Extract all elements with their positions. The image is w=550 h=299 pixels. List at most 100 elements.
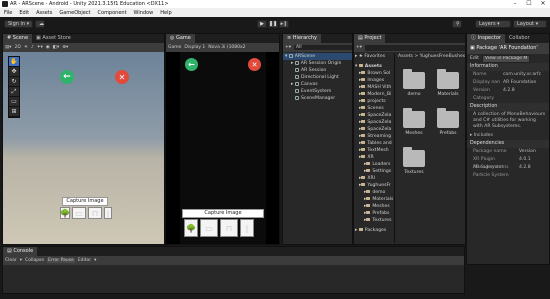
draw-mode-icon[interactable]: ▤▾ bbox=[5, 45, 12, 50]
project-tree-item[interactable]: ▸ SpaceZela bbox=[355, 119, 394, 126]
layers-dropdown[interactable]: Layers ▾ bbox=[475, 20, 511, 28]
project-tree-item[interactable]: ▸ XR bbox=[355, 154, 394, 161]
camera-icon[interactable]: ◧▾ bbox=[53, 45, 60, 50]
hierarchy-item[interactable]: Directional Light bbox=[283, 74, 352, 81]
resolution-select[interactable]: Nova 3i (1080x2 bbox=[208, 45, 245, 50]
project-tree-item[interactable]: ▸ Loaders bbox=[355, 161, 394, 168]
audio-icon[interactable]: ♪ bbox=[31, 45, 34, 50]
move-tool-icon[interactable]: ✥ bbox=[9, 67, 19, 77]
menu-assets[interactable]: Assets bbox=[36, 10, 52, 16]
table-thumbnail-icon[interactable]: ⊓ bbox=[88, 207, 102, 219]
2d-toggle[interactable]: 2D bbox=[15, 45, 21, 50]
rotate-tool-icon[interactable]: ↻ bbox=[9, 77, 19, 87]
lighting-icon[interactable]: ☀ bbox=[24, 45, 28, 50]
edit-button[interactable]: Edit bbox=[470, 56, 479, 61]
search-icon[interactable]: ⚲ bbox=[452, 20, 462, 28]
hidden-objects-icon[interactable]: ◉ bbox=[46, 45, 50, 50]
menu-gameobject[interactable]: GameObject bbox=[59, 10, 90, 16]
project-tree-item[interactable]: ▸ Materials bbox=[355, 196, 394, 203]
project-tree-item[interactable]: ▸ Streaming bbox=[355, 133, 394, 140]
project-tree-item[interactable]: ▸ XRI bbox=[355, 175, 394, 182]
project-search-input[interactable] bbox=[365, 44, 465, 51]
folder-icon[interactable] bbox=[403, 147, 425, 167]
add-icon[interactable]: +▾ bbox=[356, 45, 362, 50]
project-tree-item[interactable]: ▸ demo bbox=[355, 189, 394, 196]
tab-console[interactable]: ▤ Console bbox=[3, 247, 38, 256]
hierarchy-item[interactable]: SceneManager bbox=[283, 95, 352, 102]
hierarchy-item[interactable]: AR Session bbox=[283, 67, 352, 74]
signin-button[interactable]: Sign in ▾ bbox=[4, 20, 34, 28]
maximize-icon[interactable]: ☐ bbox=[522, 0, 536, 8]
hierarchy-item[interactable]: EventSystem bbox=[283, 88, 352, 95]
step-button[interactable]: ▸❙ bbox=[279, 20, 289, 28]
dropdown-icon[interactable]: ▾ bbox=[94, 258, 96, 263]
project-tree-item[interactable]: ▸ Images bbox=[355, 77, 394, 84]
back-arrow-icon[interactable]: ← bbox=[185, 58, 198, 71]
tree-thumbnail-icon[interactable]: 🌳 bbox=[60, 207, 70, 219]
project-tree-item[interactable]: ▸ projects bbox=[355, 98, 394, 105]
add-icon[interactable]: +▾ bbox=[285, 45, 291, 50]
assets-root-item[interactable]: ▾ Assets bbox=[355, 63, 394, 70]
project-tree-item[interactable]: ▸ Settings bbox=[355, 168, 394, 175]
project-tree-item[interactable]: ▸ YughuesFr bbox=[355, 182, 394, 189]
hand-tool-icon[interactable]: ✋ bbox=[9, 57, 19, 67]
view-in-package-manager-button[interactable]: View in Package M bbox=[481, 54, 531, 63]
favorites-item[interactable]: ▸ ★ Favorites bbox=[355, 53, 394, 60]
error-pause-button[interactable]: Error Pause bbox=[47, 258, 75, 263]
back-arrow-icon[interactable]: ← bbox=[60, 70, 74, 84]
game-mode-select[interactable]: Game bbox=[168, 45, 181, 50]
display-select[interactable]: Display 1 bbox=[184, 45, 205, 50]
project-tree-item[interactable]: ▸ Prefabs bbox=[355, 210, 394, 217]
includes-foldout[interactable]: ▸ Includes bbox=[467, 132, 549, 140]
table-thumbnail-icon[interactable]: ⊓ bbox=[220, 219, 238, 237]
menu-file[interactable]: File bbox=[4, 10, 12, 16]
game-viewport[interactable]: ← ✕ Capture Image 🌳 ▭ ⊓ | bbox=[166, 52, 279, 244]
pole-thumbnail-icon[interactable]: | bbox=[104, 207, 112, 219]
pole-thumbnail-icon[interactable]: | bbox=[240, 219, 254, 237]
minimize-icon[interactable]: – bbox=[508, 0, 522, 8]
hierarchy-item[interactable]: ▸ Canvas bbox=[283, 81, 352, 88]
project-tree-item[interactable]: ▸ SpaceZela bbox=[355, 126, 394, 133]
scene-root-item[interactable]: ▾ ARScene bbox=[283, 53, 352, 60]
project-tree-item[interactable]: ▸ Scenes bbox=[355, 105, 394, 112]
folder-icon[interactable] bbox=[437, 108, 459, 128]
tab-asset-store[interactable]: ▣ Asset Store bbox=[32, 34, 75, 43]
cloud-icon[interactable]: ☁ bbox=[35, 20, 45, 28]
project-tree-item[interactable]: ▸ Modern_Bi bbox=[355, 91, 394, 98]
tab-hierarchy[interactable]: ≡ Hierarchy bbox=[283, 34, 321, 43]
project-tree-item[interactable]: ▸ SpaceZela bbox=[355, 112, 394, 119]
project-tree-item[interactable]: ▸ MASH Vith bbox=[355, 84, 394, 91]
tree-thumbnail-icon[interactable]: 🌳 bbox=[184, 219, 198, 237]
pipe-thumbnail-icon[interactable]: ▭ bbox=[72, 207, 86, 219]
scene-viewport[interactable]: ← ✕ Capture Image 🌳 ▭ ⊓ | bbox=[3, 52, 164, 244]
layout-dropdown[interactable]: Layout ▾ bbox=[513, 20, 547, 28]
menu-component[interactable]: Component bbox=[98, 10, 127, 16]
project-tree-item[interactable]: ▸ Textures bbox=[355, 217, 394, 224]
tab-game[interactable]: ◎ Game bbox=[166, 34, 195, 43]
project-tree-item[interactable]: ▸ Tables and bbox=[355, 140, 394, 147]
hierarchy-item[interactable]: ▸ AR Session Origin bbox=[283, 60, 352, 67]
folder-icon[interactable] bbox=[437, 69, 459, 89]
project-tree-item[interactable]: ▸ TextMesh bbox=[355, 147, 394, 154]
pipe-thumbnail-icon[interactable]: ▭ bbox=[200, 219, 218, 237]
editor-button[interactable]: Editor bbox=[78, 258, 91, 263]
menu-help[interactable]: Help bbox=[160, 10, 171, 16]
play-button[interactable]: ▶ bbox=[257, 20, 267, 28]
transform-tool-icon[interactable]: ⊞ bbox=[9, 107, 19, 117]
pause-button[interactable]: ❚❚ bbox=[268, 20, 278, 28]
folder-icon[interactable] bbox=[403, 69, 425, 89]
project-tree-item[interactable]: ▸ Meshes bbox=[355, 203, 394, 210]
menu-edit[interactable]: Edit bbox=[19, 10, 29, 16]
scale-tool-icon[interactable]: ⤢ bbox=[9, 87, 19, 97]
packages-item[interactable]: ▸ Packages bbox=[355, 227, 394, 234]
tab-collaborate[interactable]: Collabor bbox=[505, 34, 534, 43]
close-x-icon[interactable]: ✕ bbox=[115, 70, 129, 84]
dropdown-icon[interactable]: ▾ bbox=[20, 258, 22, 263]
rect-tool-icon[interactable]: ▭ bbox=[9, 97, 19, 107]
tab-inspector[interactable]: ⓘ Inspector bbox=[467, 34, 505, 43]
menu-window[interactable]: Window bbox=[134, 10, 154, 16]
close-icon[interactable]: ✕ bbox=[536, 0, 550, 8]
clear-button[interactable]: Clear bbox=[5, 258, 17, 263]
folder-icon[interactable] bbox=[403, 108, 425, 128]
hierarchy-search-input[interactable]: All bbox=[294, 45, 352, 50]
